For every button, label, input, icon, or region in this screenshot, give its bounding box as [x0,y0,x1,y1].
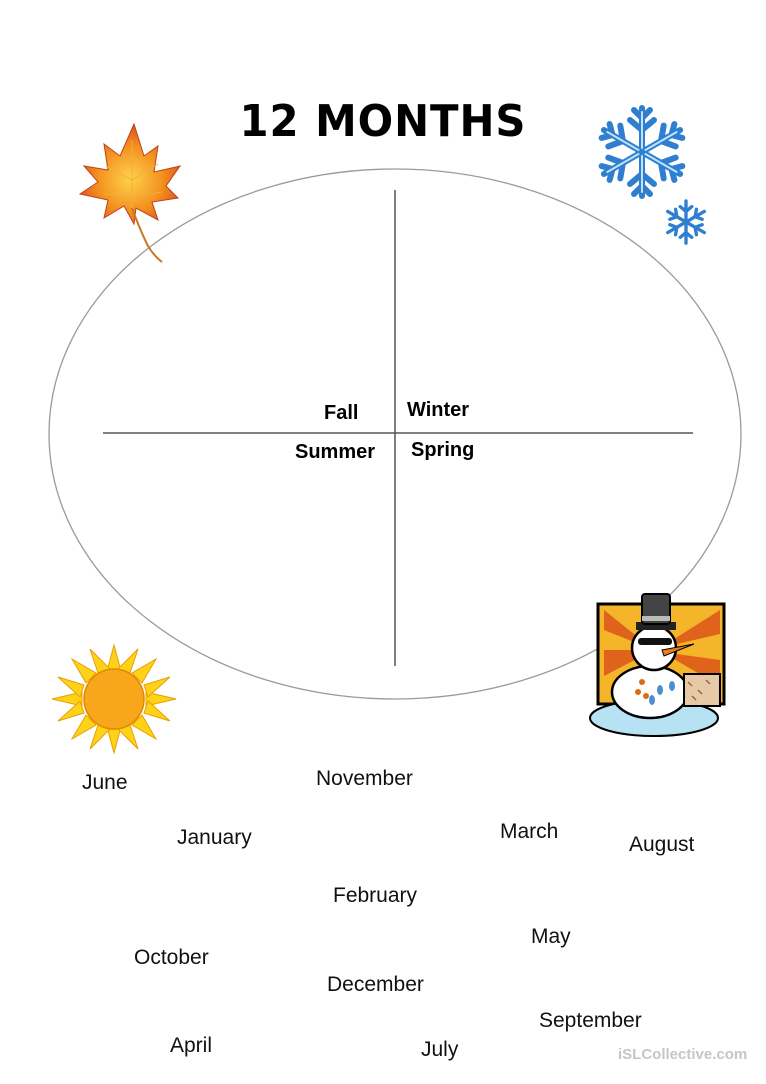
season-label-winter: Winter [407,399,470,421]
season-label-fall: Fall [324,402,359,424]
maple-leaf-icon [78,122,182,263]
month-word-april[interactable]: April [170,1034,212,1058]
watermark: iSLCollective.com [618,1046,748,1063]
month-word-december[interactable]: December [327,973,424,997]
month-word-may[interactable]: May [531,925,571,949]
month-word-october[interactable]: October [134,946,209,970]
month-word-june[interactable]: June [82,771,128,795]
season-label-summer: Summer [295,441,376,463]
month-word-july[interactable]: July [421,1038,458,1062]
month-word-february[interactable]: February [333,884,417,908]
sun-icon [51,644,177,754]
large-snowflake-icon [592,105,692,202]
small-snowflake-icon [663,199,709,245]
month-word-august[interactable]: August [629,833,694,857]
month-word-november[interactable]: November [316,767,413,791]
season-label-spring: Spring [411,439,475,461]
month-word-september[interactable]: September [539,1009,642,1033]
month-word-march[interactable]: March [500,820,558,844]
melting-snowman-icon [589,593,726,737]
month-word-january[interactable]: January [177,826,252,850]
